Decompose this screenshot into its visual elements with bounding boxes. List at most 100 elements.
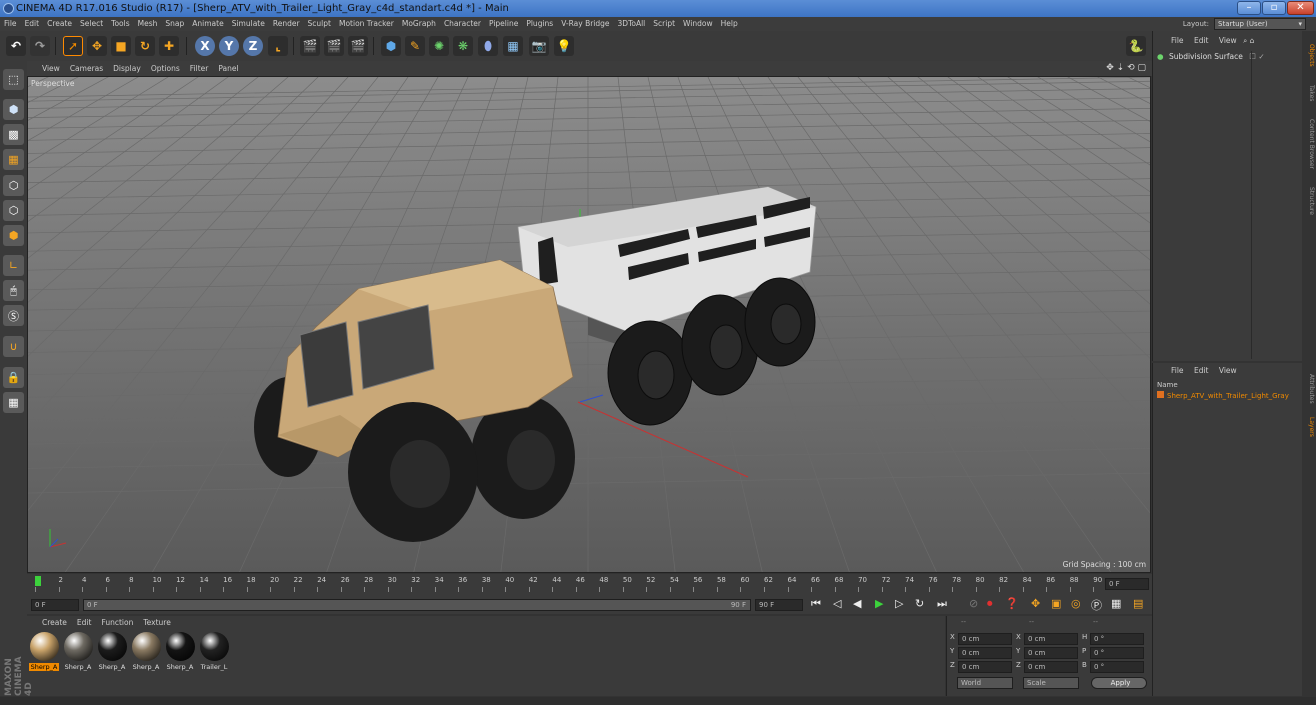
next-key-icon[interactable]: ↻ xyxy=(915,597,924,610)
cloner-button[interactable]: ❋ xyxy=(453,36,473,56)
timeline-ruler[interactable]: 0246810121416182022242628303234363840424… xyxy=(27,574,1152,596)
menu-pipeline[interactable]: Pipeline xyxy=(485,17,522,31)
coord-value-field[interactable]: 0 cm xyxy=(1024,661,1078,673)
viewport-menu-cameras[interactable]: Cameras xyxy=(65,61,108,76)
goto-end-icon[interactable]: ⏭ xyxy=(937,597,947,611)
material-swatch[interactable]: Sherp_A xyxy=(165,632,195,674)
coord-value-field[interactable]: 0 ° xyxy=(1090,661,1144,673)
model-mode-button[interactable]: ⬢ xyxy=(3,99,24,120)
close-button[interactable]: ✕ xyxy=(1287,1,1314,15)
viewport-menu-filter[interactable]: Filter xyxy=(185,61,214,76)
texture-mode-button[interactable]: ▩ xyxy=(3,124,24,145)
python-button[interactable]: 🐍 xyxy=(1126,36,1146,56)
key-scale-icon[interactable]: ▣ xyxy=(1051,597,1061,610)
viewport-menu-options[interactable]: Options xyxy=(146,61,185,76)
timeline-window-icon[interactable]: ▤ xyxy=(1133,597,1143,610)
lm-menu-edit[interactable]: Edit xyxy=(1194,366,1209,375)
move-button[interactable]: ✥ xyxy=(87,36,107,56)
render-picture-viewer-button[interactable]: 🎬 xyxy=(324,36,344,56)
menu-tools[interactable]: Tools xyxy=(107,17,133,31)
floor-button[interactable]: ▦ xyxy=(503,36,523,56)
workplane-grid-button[interactable]: ▦ xyxy=(3,392,24,413)
coord-value-field[interactable]: 0 cm xyxy=(958,661,1012,673)
tab-content-browser[interactable]: Content Browser xyxy=(1303,111,1315,177)
x-axis-button[interactable]: X xyxy=(195,36,215,56)
autokey-icon[interactable]: ❓ xyxy=(1005,597,1019,610)
record-icon[interactable]: ⏺ xyxy=(987,597,993,611)
menu-create[interactable]: Create xyxy=(43,17,76,31)
menu-render[interactable]: Render xyxy=(269,17,304,31)
menu-simulate[interactable]: Simulate xyxy=(228,17,269,31)
material-menu-texture[interactable]: Texture xyxy=(138,616,175,630)
next-frame-icon[interactable]: ▷ xyxy=(895,597,903,610)
menu-file[interactable]: File xyxy=(0,17,21,31)
live-selection-button[interactable]: ➚ xyxy=(63,36,83,56)
material-menu-edit[interactable]: Edit xyxy=(72,616,97,630)
viewport-menu-panel[interactable]: Panel xyxy=(213,61,243,76)
om-item-subdivision[interactable]: ● Subdivision Surface ☐ ✓ xyxy=(1153,51,1303,63)
menu-help[interactable]: Help xyxy=(717,17,742,31)
minimize-button[interactable]: – xyxy=(1237,1,1261,15)
tab-objects[interactable]: Objects xyxy=(1303,35,1315,75)
workplane-mode-button[interactable]: ▦ xyxy=(3,149,24,170)
redo-button[interactable]: ↷ xyxy=(30,36,50,56)
menu-window[interactable]: Window xyxy=(679,17,717,31)
play-icon[interactable]: ▶ xyxy=(875,597,883,610)
make-editable-button[interactable]: ⬚ xyxy=(3,69,24,90)
lock-workplane-button[interactable]: 🔒 xyxy=(3,367,24,388)
recent-tool-button[interactable]: ✚ xyxy=(159,36,179,56)
previous-frame-icon[interactable]: ◀ xyxy=(853,597,861,610)
om-menu-edit[interactable]: Edit xyxy=(1194,36,1209,45)
menu-motion-tracker[interactable]: Motion Tracker xyxy=(335,17,398,31)
coord-value-field[interactable]: 0 cm xyxy=(958,647,1012,659)
menu-mograph[interactable]: MoGraph xyxy=(398,17,440,31)
end-frame-field[interactable]: 90 F xyxy=(755,599,803,611)
axis-mode-button[interactable]: ∟ xyxy=(3,255,24,276)
menu-animate[interactable]: Animate xyxy=(188,17,227,31)
menu-sculpt[interactable]: Sculpt xyxy=(304,17,335,31)
menu-3dtoall[interactable]: 3DToAll xyxy=(614,17,650,31)
camera-button[interactable]: 📷 xyxy=(529,36,549,56)
start-frame-field[interactable]: 0 F xyxy=(31,599,79,611)
home-icon[interactable]: ⌂ xyxy=(1250,36,1255,45)
material-swatch[interactable]: Sherp_A xyxy=(97,632,127,674)
current-frame-field[interactable]: 0 F xyxy=(1105,578,1149,590)
tab-takes[interactable]: Takes xyxy=(1303,79,1315,107)
layout-dropdown[interactable]: Startup (User) ▾ xyxy=(1214,18,1306,30)
maximize-button[interactable]: ▫ xyxy=(1262,1,1286,15)
om-menu-view[interactable]: View xyxy=(1219,36,1237,45)
tab-structure[interactable]: Structure xyxy=(1303,181,1315,221)
y-axis-button[interactable]: Y xyxy=(219,36,239,56)
coord-mode-dropdown[interactable]: World xyxy=(957,677,1013,689)
playhead-marker[interactable] xyxy=(35,576,41,586)
material-menu-create[interactable]: Create xyxy=(37,616,72,630)
menu-plugins[interactable]: Plugins xyxy=(522,17,557,31)
lm-menu-file[interactable]: File xyxy=(1171,366,1184,375)
apply-button[interactable]: Apply xyxy=(1091,677,1147,689)
coord-value-field[interactable]: 0 cm xyxy=(958,633,1012,645)
perspective-viewport[interactable]: Perspective Grid Spacing : 100 cm xyxy=(27,76,1151,573)
cube-button[interactable]: ⬢ xyxy=(381,36,401,56)
coordinate-system-button[interactable]: ⌞ xyxy=(268,36,288,56)
menu-edit[interactable]: Edit xyxy=(21,17,44,31)
material-swatch[interactable]: Sherp_A xyxy=(63,632,93,674)
coord-value-field[interactable]: 0 cm xyxy=(1024,633,1078,645)
light-button[interactable]: 💡 xyxy=(554,36,574,56)
tweak-mode-button[interactable]: 🖱 xyxy=(3,280,24,301)
magnet-button[interactable]: ∪ xyxy=(3,336,24,357)
key-rotation-icon[interactable]: ◎ xyxy=(1071,597,1081,610)
material-menu-function[interactable]: Function xyxy=(96,616,138,630)
record-active-icon[interactable]: ⊘ xyxy=(969,597,978,610)
render-view-button[interactable]: 🎬 xyxy=(300,36,320,56)
menu-select[interactable]: Select xyxy=(76,17,107,31)
viewport-menu-view[interactable]: View xyxy=(37,61,65,76)
menu-vray-bridge[interactable]: V-Ray Bridge xyxy=(557,17,613,31)
pen-button[interactable]: ✎ xyxy=(405,36,425,56)
subdivision-button[interactable]: ✺ xyxy=(429,36,449,56)
render-settings-button[interactable]: 🎬 xyxy=(348,36,368,56)
polygons-mode-button[interactable]: ⬢ xyxy=(3,225,24,246)
key-param-icon[interactable]: Ⓟ xyxy=(1091,597,1102,613)
goto-start-icon[interactable]: ⏮ xyxy=(811,597,821,611)
menu-mesh[interactable]: Mesh xyxy=(134,17,162,31)
scale-button[interactable]: ■ xyxy=(111,36,131,56)
